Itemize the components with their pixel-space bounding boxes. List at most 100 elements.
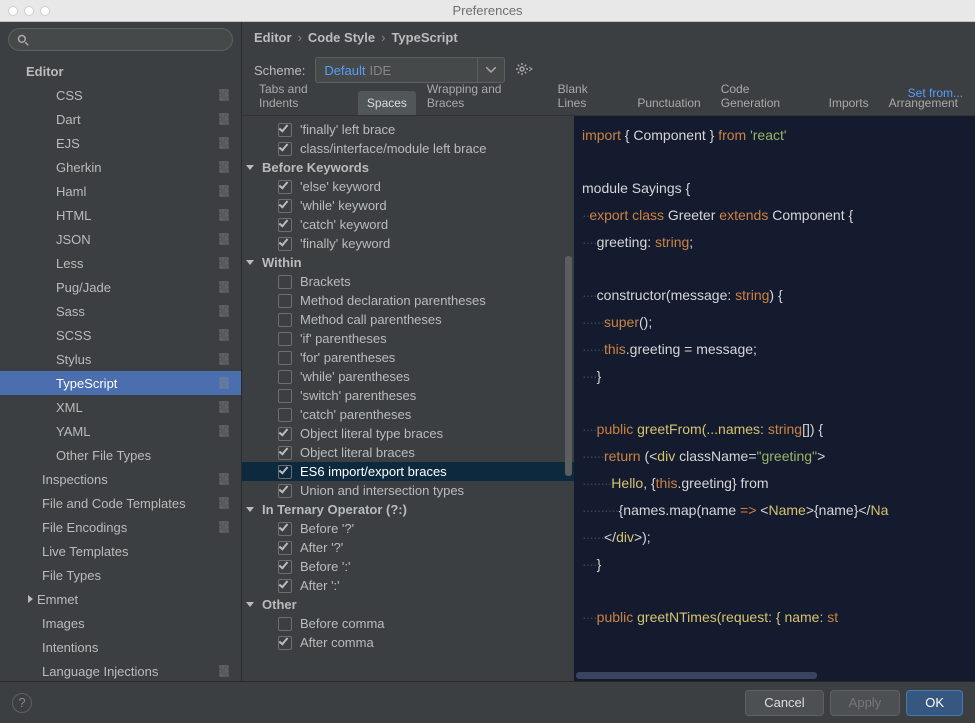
sidebar-item-scss[interactable]: SCSS	[0, 323, 241, 347]
sidebar-item-ejs[interactable]: EJS	[0, 131, 241, 155]
crumb-2[interactable]: TypeScript	[391, 30, 457, 45]
cancel-button[interactable]: Cancel	[745, 690, 823, 716]
scrollbar-horizontal[interactable]	[576, 672, 817, 679]
sidebar-item-live-templates[interactable]: Live Templates	[0, 539, 241, 563]
ok-button[interactable]: OK	[906, 690, 963, 716]
checkbox[interactable]	[278, 237, 292, 251]
checkbox[interactable]	[278, 142, 292, 156]
option-group-header[interactable]: Before Keywords	[242, 158, 574, 177]
checkbox[interactable]	[278, 313, 292, 327]
checkbox[interactable]	[278, 446, 292, 460]
checkbox[interactable]	[278, 218, 292, 232]
set-from-link[interactable]: Set from...	[908, 86, 963, 100]
option--if-parentheses[interactable]: 'if' parentheses	[242, 329, 574, 348]
inline-settings-icon	[217, 160, 231, 174]
option--catch-keyword[interactable]: 'catch' keyword	[242, 215, 574, 234]
option-after-comma[interactable]: After comma	[242, 633, 574, 652]
sidebar-item-less[interactable]: Less	[0, 251, 241, 275]
checkbox[interactable]	[278, 617, 292, 631]
checkbox[interactable]	[278, 294, 292, 308]
checkbox[interactable]	[278, 522, 292, 536]
checkbox[interactable]	[278, 560, 292, 574]
sidebar-item-language-injections[interactable]: Language Injections	[0, 659, 241, 681]
tab-punctuation[interactable]: Punctuation	[628, 91, 709, 115]
checkbox[interactable]	[278, 465, 292, 479]
search-field[interactable]	[29, 32, 224, 47]
checkbox[interactable]	[278, 579, 292, 593]
option-object-literal-type-braces[interactable]: Object literal type braces	[242, 424, 574, 443]
sidebar-item-file-types[interactable]: File Types	[0, 563, 241, 587]
sidebar-item-dart[interactable]: Dart	[0, 107, 241, 131]
option-group-header[interactable]: In Ternary Operator (?:)	[242, 500, 574, 519]
minimize-dot[interactable]	[24, 6, 34, 16]
sidebar-item-intentions[interactable]: Intentions	[0, 635, 241, 659]
sidebar-item-emmet[interactable]: Emmet	[0, 587, 241, 611]
option--finally-keyword[interactable]: 'finally' keyword	[242, 234, 574, 253]
checkbox[interactable]	[278, 484, 292, 498]
gear-icon[interactable]	[515, 62, 533, 79]
option-brackets[interactable]: Brackets	[242, 272, 574, 291]
scheme-select[interactable]: Default IDE	[315, 57, 505, 83]
checkbox[interactable]	[278, 427, 292, 441]
sidebar-item-typescript[interactable]: TypeScript	[0, 371, 241, 395]
sidebar-item-images[interactable]: Images	[0, 611, 241, 635]
option-before-[interactable]: Before ':'	[242, 557, 574, 576]
crumb-1[interactable]: Code Style	[308, 30, 375, 45]
option-object-literal-braces[interactable]: Object literal braces	[242, 443, 574, 462]
sidebar-item-gherkin[interactable]: Gherkin	[0, 155, 241, 179]
scrollbar-vertical[interactable]	[565, 256, 572, 476]
inline-settings-icon	[217, 328, 231, 342]
option--finally-left-brace[interactable]: 'finally' left brace	[242, 120, 574, 139]
option-group-header[interactable]: Within	[242, 253, 574, 272]
option--for-parentheses[interactable]: 'for' parentheses	[242, 348, 574, 367]
search-input[interactable]	[8, 28, 233, 51]
sidebar-item-editor[interactable]: Editor	[0, 59, 241, 83]
option-es6-import-export-braces[interactable]: ES6 import/export braces	[242, 462, 574, 481]
help-button[interactable]: ?	[12, 693, 32, 713]
option-union-and-intersection-types[interactable]: Union and intersection types	[242, 481, 574, 500]
option--else-keyword[interactable]: 'else' keyword	[242, 177, 574, 196]
apply-button[interactable]: Apply	[830, 690, 901, 716]
option--catch-parentheses[interactable]: 'catch' parentheses	[242, 405, 574, 424]
checkbox[interactable]	[278, 180, 292, 194]
sidebar-item-other-file-types[interactable]: Other File Types	[0, 443, 241, 467]
checkbox[interactable]	[278, 123, 292, 137]
option-before-[interactable]: Before '?'	[242, 519, 574, 538]
checkbox[interactable]	[278, 275, 292, 289]
option-after-[interactable]: After ':'	[242, 576, 574, 595]
checkbox[interactable]	[278, 636, 292, 650]
sidebar-item-file-and-code-templates[interactable]: File and Code Templates	[0, 491, 241, 515]
crumb-0[interactable]: Editor	[254, 30, 292, 45]
zoom-dot[interactable]	[40, 6, 50, 16]
option-before-comma[interactable]: Before comma	[242, 614, 574, 633]
checkbox[interactable]	[278, 370, 292, 384]
sidebar-item-css[interactable]: CSS	[0, 83, 241, 107]
close-dot[interactable]	[8, 6, 18, 16]
sidebar-item-file-encodings[interactable]: File Encodings	[0, 515, 241, 539]
option-after-[interactable]: After '?'	[242, 538, 574, 557]
option-class-interface-module-left-brace[interactable]: class/interface/module left brace	[242, 139, 574, 158]
option--while-parentheses[interactable]: 'while' parentheses	[242, 367, 574, 386]
sidebar-item-haml[interactable]: Haml	[0, 179, 241, 203]
checkbox[interactable]	[278, 351, 292, 365]
sidebar-item-inspections[interactable]: Inspections	[0, 467, 241, 491]
sidebar-item-stylus[interactable]: Stylus	[0, 347, 241, 371]
checkbox[interactable]	[278, 199, 292, 213]
option-group-header[interactable]: Other	[242, 595, 574, 614]
option--while-keyword[interactable]: 'while' keyword	[242, 196, 574, 215]
checkbox[interactable]	[278, 408, 292, 422]
tab-spaces[interactable]: Spaces	[358, 91, 416, 115]
sidebar-item-xml[interactable]: XML	[0, 395, 241, 419]
sidebar-item-sass[interactable]: Sass	[0, 299, 241, 323]
sidebar-item-html[interactable]: HTML	[0, 203, 241, 227]
checkbox[interactable]	[278, 389, 292, 403]
sidebar-item-pug-jade[interactable]: Pug/Jade	[0, 275, 241, 299]
tab-imports[interactable]: Imports	[820, 91, 878, 115]
checkbox[interactable]	[278, 332, 292, 346]
sidebar-item-json[interactable]: JSON	[0, 227, 241, 251]
option--switch-parentheses[interactable]: 'switch' parentheses	[242, 386, 574, 405]
sidebar-item-yaml[interactable]: YAML	[0, 419, 241, 443]
option-method-declaration-parentheses[interactable]: Method declaration parentheses	[242, 291, 574, 310]
checkbox[interactable]	[278, 541, 292, 555]
option-method-call-parentheses[interactable]: Method call parentheses	[242, 310, 574, 329]
